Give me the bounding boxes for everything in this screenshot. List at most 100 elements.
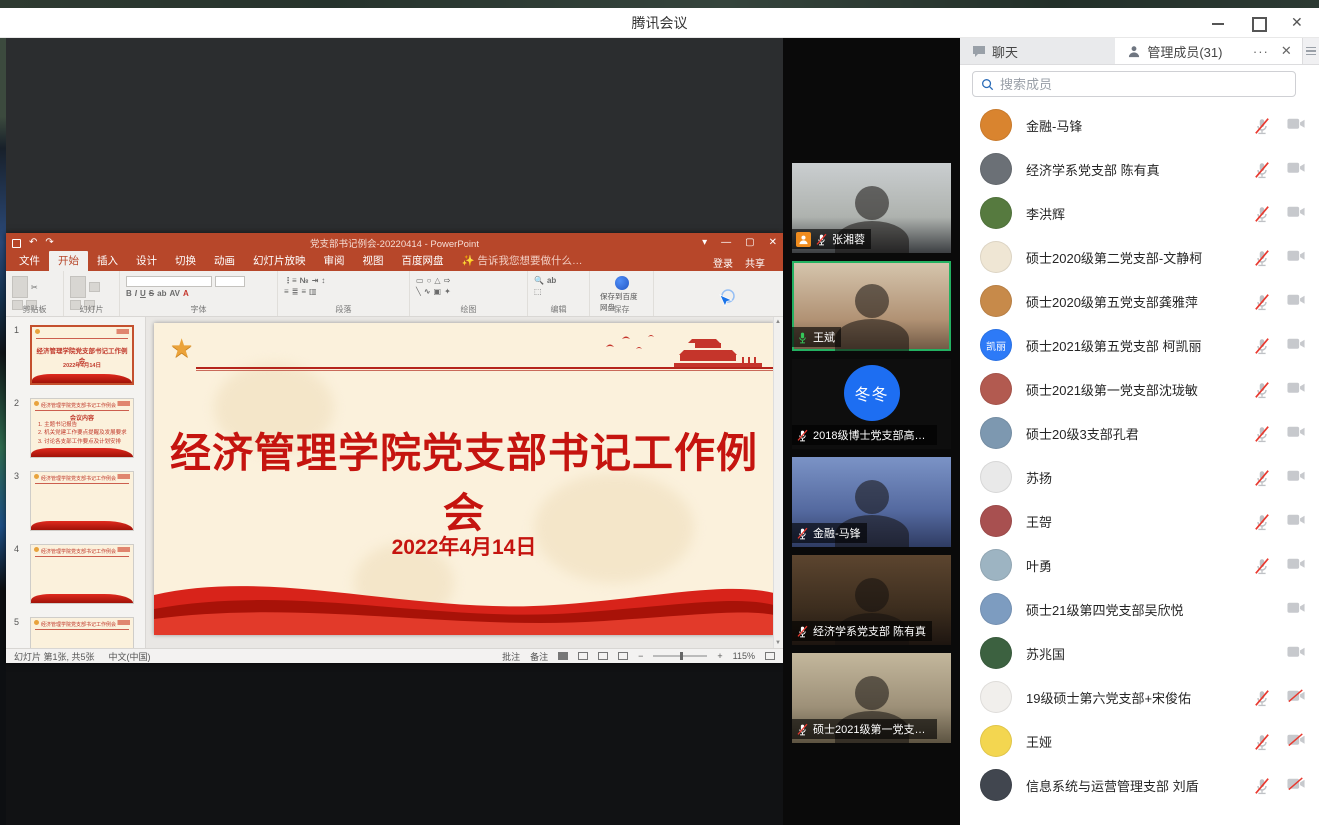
close-panel-icon[interactable]: ✕: [1281, 43, 1292, 59]
redo-icon[interactable]: ↷: [45, 238, 53, 248]
shape-square-icon[interactable]: ▭: [416, 276, 424, 285]
mic-muted-icon[interactable]: [1253, 381, 1271, 397]
align-center-icon[interactable]: ≣: [292, 287, 299, 296]
numbering-icon[interactable]: №: [300, 276, 309, 285]
mic-muted-icon[interactable]: [1253, 557, 1271, 573]
camera-off-icon[interactable]: [1287, 117, 1305, 133]
member-row[interactable]: 苏扬: [960, 455, 1319, 499]
camera-off-icon[interactable]: [1287, 645, 1305, 661]
ppt-ribbon-options-icon[interactable]: ▾: [702, 238, 707, 248]
close-icon[interactable]: [1291, 16, 1305, 30]
ppt-ribbon-tab[interactable]: 开始: [49, 251, 88, 271]
member-row[interactable]: 硕士21级第四党支部吴欣悦: [960, 587, 1319, 631]
bullets-icon[interactable]: ⋮≡: [284, 276, 297, 285]
align-right-icon[interactable]: ≡: [301, 287, 306, 296]
save-icon[interactable]: [12, 239, 21, 248]
zoom-level[interactable]: 115%: [733, 651, 755, 661]
member-row[interactable]: 19级硕士第六党支部+宋俊佑: [960, 675, 1319, 719]
mic-muted-icon[interactable]: [1253, 777, 1271, 793]
camera-off-icon[interactable]: [1287, 601, 1305, 617]
member-row[interactable]: 金融-马锋: [960, 103, 1319, 147]
member-row[interactable]: 硕士2020级第二党支部-文静柯: [960, 235, 1319, 279]
slideshow-view-icon[interactable]: [618, 652, 628, 660]
zoom-slider[interactable]: [653, 655, 707, 657]
member-row[interactable]: 王娅: [960, 719, 1319, 763]
ppt-ribbon-tab[interactable]: ✨ 告诉我您想要做什么…: [453, 251, 592, 271]
camera-off-icon[interactable]: [1287, 381, 1305, 397]
camera-off-icon[interactable]: [1287, 293, 1305, 309]
char-spacing-icon[interactable]: AV: [169, 289, 180, 298]
slide-sorter-view-icon[interactable]: [578, 652, 588, 660]
ppt-close-icon[interactable]: ✕: [769, 238, 777, 248]
camera-off-icon[interactable]: [1287, 689, 1305, 705]
quick-styles-icon[interactable]: ✦: [444, 287, 451, 296]
maximize-icon[interactable]: [1251, 16, 1265, 30]
slide-thumbnail[interactable]: 2 经济管理学院党支部书记工作例会 会议内容 1. 主题书记报告 2. 机关党建…: [30, 398, 145, 458]
notes-button[interactable]: 备注: [530, 650, 548, 663]
ppt-ribbon-tab[interactable]: 动画: [205, 251, 244, 271]
ppt-minimize-icon[interactable]: —: [721, 238, 731, 248]
arrange-icon[interactable]: ▣: [434, 287, 442, 296]
layout-icon[interactable]: [89, 282, 100, 292]
shape-line-icon[interactable]: ╲: [416, 287, 421, 296]
line-spacing-icon[interactable]: ↕: [321, 276, 325, 285]
bold-icon[interactable]: B: [126, 289, 132, 298]
reading-view-icon[interactable]: [598, 652, 608, 660]
mic-muted-icon[interactable]: [1253, 161, 1271, 177]
search-input[interactable]: [1000, 77, 1287, 92]
mic-muted-icon[interactable]: [1253, 733, 1271, 749]
mic-muted-icon[interactable]: [1253, 469, 1271, 485]
camera-off-icon[interactable]: [1287, 469, 1305, 485]
font-color-icon[interactable]: A: [183, 289, 189, 298]
ppt-ribbon-tab[interactable]: 文件: [10, 251, 49, 271]
member-row[interactable]: 经济学系党支部 陈有真: [960, 147, 1319, 191]
video-tile[interactable]: 王斌: [792, 261, 951, 351]
camera-off-icon[interactable]: [1287, 777, 1305, 793]
video-tile[interactable]: 金融-马锋: [792, 457, 951, 547]
camera-off-icon[interactable]: [1287, 249, 1305, 265]
member-row[interactable]: 凯丽 硕士2021级第五党支部 柯凯丽: [960, 323, 1319, 367]
member-row[interactable]: 叶勇: [960, 543, 1319, 587]
ppt-ribbon-tab[interactable]: 百度网盘: [393, 251, 453, 271]
more-icon[interactable]: ···: [1253, 44, 1269, 59]
shape-curve-icon[interactable]: ∿: [424, 287, 431, 296]
video-tile[interactable]: 硕士2021级第一党支部...: [792, 653, 951, 743]
video-tile[interactable]: 冬冬 2018级博士党支部高冬冬: [792, 359, 951, 449]
search-box[interactable]: [972, 71, 1296, 97]
indent-icon[interactable]: ⇥: [312, 276, 319, 285]
minimize-icon[interactable]: [1211, 16, 1225, 30]
font-name-select[interactable]: [126, 276, 212, 287]
slide-thumbnail[interactable]: 3 经济管理学院党支部书记工作例会: [30, 471, 145, 531]
tab-members[interactable]: 管理成员(31): [1115, 38, 1251, 64]
paste-icon[interactable]: [12, 276, 28, 298]
member-row[interactable]: 王哿: [960, 499, 1319, 543]
slide-thumbnail[interactable]: 4 经济管理学院党支部书记工作例会: [30, 544, 145, 604]
slide-thumbnail[interactable]: 1 经济管理学院党支部书记工作例会 2022年4月14日: [30, 325, 145, 385]
shape-arrow-icon[interactable]: ⇨: [444, 276, 451, 285]
member-row[interactable]: 硕士20级3支部孔君: [960, 411, 1319, 455]
cut-icon[interactable]: ✂: [31, 283, 38, 292]
mic-muted-icon[interactable]: [1253, 249, 1271, 265]
member-row[interactable]: 硕士2021级第一党支部沈珑敏: [960, 367, 1319, 411]
shape-triangle-icon[interactable]: △: [434, 276, 440, 285]
fit-slide-icon[interactable]: [765, 652, 775, 660]
mic-muted-icon[interactable]: [1253, 513, 1271, 529]
camera-off-icon[interactable]: [1287, 337, 1305, 353]
ppt-ribbon-tab[interactable]: 审阅: [315, 251, 354, 271]
replace-icon[interactable]: ab: [547, 276, 556, 285]
member-row[interactable]: 李洪辉: [960, 191, 1319, 235]
align-left-icon[interactable]: ≡: [284, 287, 289, 296]
undo-icon[interactable]: ↶: [29, 238, 37, 248]
video-tile[interactable]: 张湘蓉: [792, 163, 951, 253]
find-icon[interactable]: 🔍: [534, 276, 544, 285]
camera-off-icon[interactable]: [1287, 733, 1305, 749]
ppt-ribbon-tab[interactable]: 设计: [127, 251, 166, 271]
member-row[interactable]: 苏兆国: [960, 631, 1319, 675]
text-shadow-icon[interactable]: ab: [157, 289, 166, 298]
slide-thumbnail[interactable]: 5 经济管理学院党支部书记工作例会: [30, 617, 145, 648]
collapse-panel-handle[interactable]: [1302, 38, 1319, 64]
comments-button[interactable]: 批注: [502, 650, 520, 663]
ppt-share-button[interactable]: 共享: [745, 255, 765, 270]
mic-muted-icon[interactable]: [1253, 425, 1271, 441]
shape-circle-icon[interactable]: ○: [427, 276, 432, 285]
